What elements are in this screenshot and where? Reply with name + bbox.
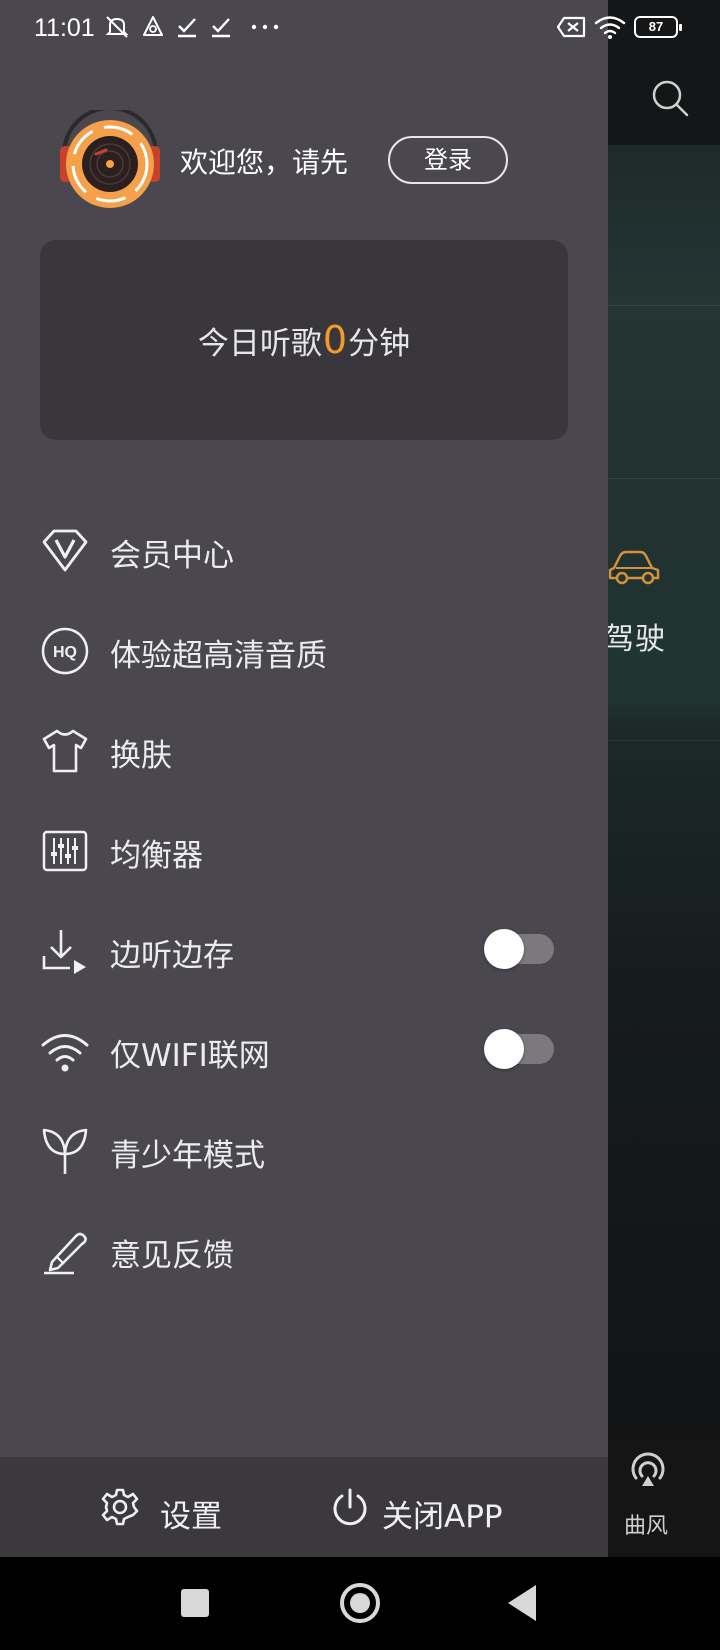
menu-item-hq-audio[interactable]: HQ 体验超高清音质 (0, 600, 608, 700)
login-button[interactable]: 登录 (388, 136, 508, 184)
welcome-text: 欢迎您，请先 (180, 146, 349, 179)
genre-tab-label[interactable]: 曲风 (624, 1508, 668, 1540)
back-button[interactable] (508, 1585, 536, 1621)
system-nav-bar (0, 1557, 720, 1650)
check-icon (178, 18, 196, 38)
car-icon[interactable] (606, 546, 662, 586)
menu-label: 边听边存 (110, 938, 234, 974)
menu-label: 青少年模式 (110, 1138, 265, 1174)
drive-icon (143, 16, 163, 36)
hq-icon: HQ (41, 627, 89, 675)
close-app-label: 关闭APP (382, 1499, 503, 1535)
cache-while-listening-toggle[interactable] (484, 929, 554, 969)
listen-time-card: 今日听歌 0 分钟 (40, 240, 568, 440)
side-drawer: 欢迎您，请先 登录 今日听歌 0 分钟 会员中心 HQ 体验超高清音质 换肤 均… (0, 0, 608, 1557)
divider (608, 478, 720, 479)
recent-apps-button[interactable] (181, 1589, 209, 1617)
tshirt-icon (42, 729, 88, 773)
menu-label: 意见反馈 (110, 1238, 234, 1274)
listen-time-suffix: 分钟 (348, 325, 411, 362)
gear-icon (101, 1488, 139, 1526)
pen-icon (44, 1232, 87, 1275)
drive-mode-label[interactable]: 驾驶 (604, 614, 666, 658)
wifi-icon (594, 16, 626, 39)
home-button[interactable] (340, 1583, 380, 1623)
sprout-icon (42, 1128, 88, 1174)
divider (608, 740, 720, 741)
menu-item-vip-center[interactable]: 会员中心 (0, 500, 608, 600)
menu-item-skin[interactable]: 换肤 (0, 700, 608, 800)
settings-label: 设置 (160, 1499, 222, 1535)
vip-diamond-icon (42, 529, 88, 572)
toggle-knob (484, 1029, 524, 1069)
menu-label: 换肤 (110, 738, 172, 774)
menu-item-cache-while-listening: 边听边存 (0, 900, 608, 1000)
menu-label: 体验超高清音质 (110, 638, 327, 674)
battery-level: 87 (648, 19, 664, 34)
menu-label: 均衡器 (110, 838, 203, 874)
search-icon[interactable] (650, 78, 690, 118)
menu-item-wifi-only: 仅WIFI联网 (0, 1000, 608, 1100)
download-icon (42, 930, 86, 974)
wifi-icon (41, 1034, 89, 1072)
mute-icon (105, 16, 129, 38)
close-app-button[interactable]: 关闭APP (330, 1479, 520, 1535)
menu-label: 仅WIFI联网 (110, 1038, 270, 1074)
more-dots-icon (251, 24, 279, 30)
equalizer-icon (42, 830, 88, 872)
battery-icon: 87 (634, 16, 682, 38)
menu-item-feedback[interactable]: 意见反馈 (0, 1200, 608, 1300)
menu-item-equalizer[interactable]: 均衡器 (0, 800, 608, 900)
menu-item-teen-mode[interactable]: 青少年模式 (0, 1100, 608, 1200)
status-bar: 11:01 87 (0, 0, 720, 56)
menu-label: 会员中心 (110, 538, 234, 574)
check-icon (212, 18, 230, 38)
avatar[interactable] (60, 110, 160, 210)
svg-text:HQ: HQ (53, 644, 77, 661)
toggle-knob (484, 929, 524, 969)
listen-minutes-value: 0 (322, 318, 348, 362)
settings-button[interactable]: 设置 (100, 1479, 230, 1535)
status-time: 11:01 (34, 14, 95, 42)
drawer-footer: 设置 关闭APP (0, 1457, 608, 1557)
wifi-only-toggle[interactable] (484, 1029, 554, 1069)
divider (608, 305, 720, 306)
genre-icon[interactable] (628, 1452, 668, 1494)
sim-error-icon (556, 16, 586, 38)
power-icon (333, 1488, 367, 1526)
listen-time-prefix: 今日听歌 (197, 325, 322, 362)
